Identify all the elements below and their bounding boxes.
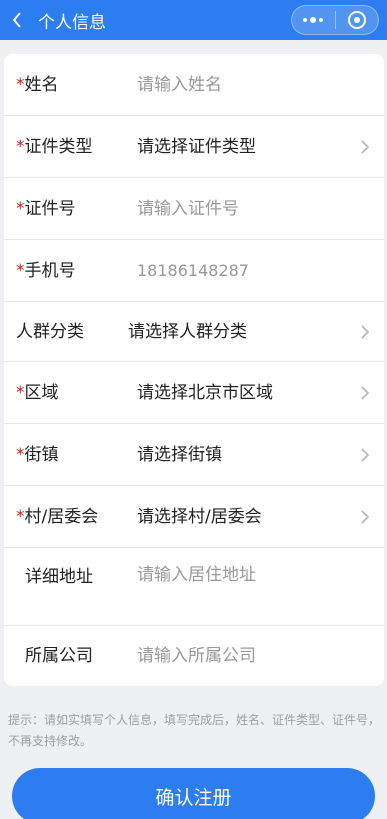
id-number-label: 证件号 xyxy=(24,199,76,219)
phone-input[interactable]: 18186148287 xyxy=(137,240,249,302)
name-row[interactable]: *姓名 请输入姓名 xyxy=(4,54,384,116)
mini-program-capsule xyxy=(291,5,379,35)
company-input[interactable]: 请输入所属公司 xyxy=(137,626,256,686)
population-category-select[interactable]: 请选择人群分类 xyxy=(128,302,247,362)
id-type-label: 证件类型 xyxy=(24,137,93,157)
required-mark: * xyxy=(16,75,25,95)
id-type-row[interactable]: *证件类型 请选择证件类型 xyxy=(4,116,384,178)
chevron-right-icon xyxy=(356,138,374,156)
district-row[interactable]: *区域 请选择北京市区域 xyxy=(4,362,384,424)
required-mark: * xyxy=(16,261,25,281)
chevron-right-icon xyxy=(356,446,374,464)
required-mark: * xyxy=(16,445,25,465)
district-select[interactable]: 请选择北京市区域 xyxy=(137,362,273,424)
more-icon xyxy=(303,17,324,23)
chevron-left-icon xyxy=(12,12,21,28)
street-select[interactable]: 请选择街镇 xyxy=(137,424,222,486)
chevron-right-icon xyxy=(356,323,374,341)
nav-bar: 个人信息 xyxy=(0,0,387,40)
required-mark: * xyxy=(16,199,25,219)
required-mark: * xyxy=(16,383,25,403)
id-number-row[interactable]: *证件号 请输入证件号 xyxy=(4,178,384,240)
target-icon xyxy=(347,11,366,29)
id-type-select[interactable]: 请选择证件类型 xyxy=(137,116,256,178)
name-label: 姓名 xyxy=(24,75,59,95)
close-mini-program-button[interactable] xyxy=(335,6,378,34)
name-input[interactable]: 请输入姓名 xyxy=(137,54,222,116)
required-mark: * xyxy=(16,137,25,157)
page-title: 个人信息 xyxy=(38,12,106,33)
address-textarea[interactable]: 请输入居住地址 xyxy=(137,548,256,602)
chevron-right-icon xyxy=(356,384,374,402)
required-mark: * xyxy=(16,507,25,527)
personal-info-form: *姓名 请输入姓名 *证件类型 请选择证件类型 *证件号 请输入证件号 *手机号… xyxy=(4,54,384,686)
district-label: 区域 xyxy=(24,383,59,403)
address-row[interactable]: 详细地址 请输入居住地址 xyxy=(4,548,384,626)
phone-label: 手机号 xyxy=(24,261,76,281)
community-select[interactable]: 请选择村/居委会 xyxy=(137,486,262,548)
back-button[interactable] xyxy=(2,0,32,40)
population-category-label: 人群分类 xyxy=(16,322,84,342)
community-label: 村/居委会 xyxy=(24,507,99,527)
phone-row[interactable]: *手机号 18186148287 xyxy=(4,240,384,302)
chevron-right-icon xyxy=(356,508,374,526)
confirm-register-button[interactable]: 确认注册 xyxy=(12,768,375,819)
company-label: 所属公司 xyxy=(25,646,93,666)
population-category-row[interactable]: 人群分类 请选择人群分类 xyxy=(4,302,384,362)
company-row[interactable]: 所属公司 请输入所属公司 xyxy=(4,626,384,686)
more-button[interactable] xyxy=(292,6,335,34)
street-row[interactable]: *街镇 请选择街镇 xyxy=(4,424,384,486)
hint-text: 提示：请如实填写个人信息，填写完成后，姓名、证件类型、证件号，不再支持修改。 xyxy=(8,713,381,748)
street-label: 街镇 xyxy=(24,445,59,465)
address-label: 详细地址 xyxy=(25,567,93,587)
id-number-input[interactable]: 请输入证件号 xyxy=(137,178,239,240)
community-row[interactable]: *村/居委会 请选择村/居委会 xyxy=(4,486,384,548)
